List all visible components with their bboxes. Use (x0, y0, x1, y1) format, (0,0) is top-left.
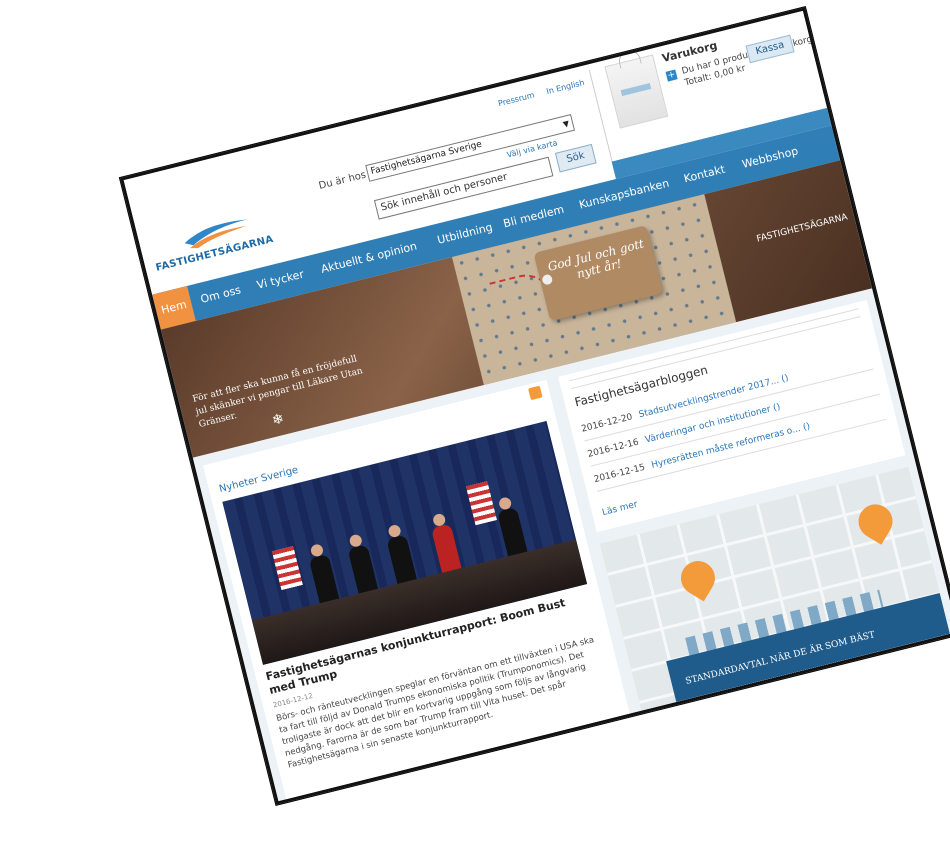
nav-item-utbildning[interactable]: Utbildning (436, 221, 494, 247)
nav-item-kontakt[interactable]: Kontakt (682, 163, 726, 186)
banner-logo-text: FASTIGHETSÄGARNA (755, 212, 849, 245)
cart-expand-icon[interactable]: + (665, 69, 678, 82)
blog-entry-date: 2016-12-20 (580, 412, 634, 435)
rss-icon[interactable] (528, 385, 543, 401)
press-link[interactable]: Pressrum (497, 90, 535, 108)
search-button[interactable]: Sök (554, 143, 597, 173)
english-link[interactable]: In English (545, 78, 585, 96)
du-ar-hos-label: Du är hos (317, 169, 368, 192)
nav-item-vi-tycker[interactable]: Vi tycker (256, 268, 306, 292)
shopping-bag-icon (604, 54, 669, 129)
divider (596, 418, 887, 492)
blog-entry-date: 2016-12-16 (586, 437, 640, 460)
nav-item-webbshop[interactable]: Webbshop (741, 144, 800, 170)
blog-entry-count: () (772, 402, 782, 414)
nav-item-bli-medlem[interactable]: Bli medlem (502, 203, 565, 231)
read-more-link[interactable]: Läs mer (601, 500, 638, 518)
screenshot-stage: FASTIGHETSÄGARNA Pressrum In English Du … (0, 0, 950, 867)
news-panel: Nyheter Sverige Fastighetsägarnas konjun… (203, 379, 630, 800)
browser-page: FASTIGHETSÄGARNA Pressrum In English Du … (120, 7, 950, 805)
chevron-down-icon: ▼ (562, 118, 571, 130)
blog-entry-count: () (802, 421, 812, 433)
organization-select-value: Fastighetsägarna Sverige (369, 139, 484, 177)
snowflake-icon: ❄ (270, 410, 286, 430)
top-links: Pressrum In English (487, 78, 585, 111)
nav-item-om-oss[interactable]: Om oss (199, 283, 242, 306)
blog-entry-date: 2016-12-15 (592, 462, 647, 486)
blog-entry-count: () (780, 373, 790, 385)
